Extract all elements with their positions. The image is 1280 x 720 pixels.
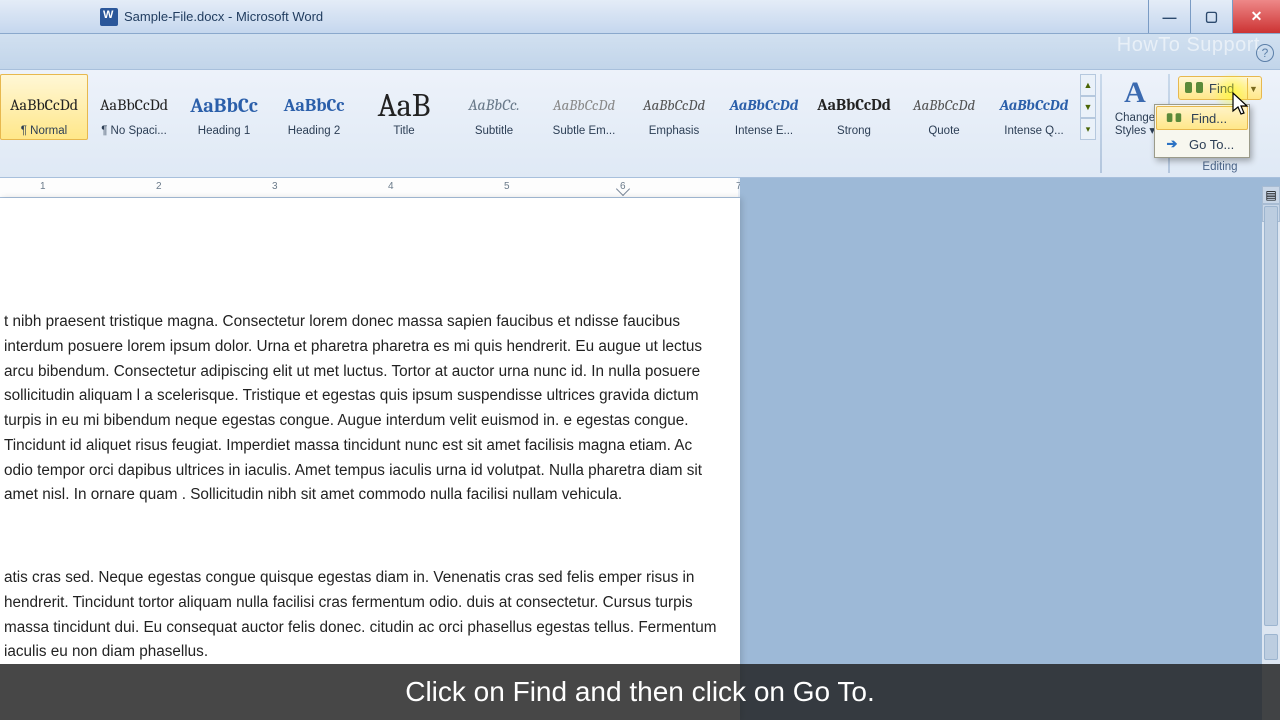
ribbon-tabs-area xyxy=(0,34,1280,70)
style-label: Title xyxy=(393,125,414,137)
menu-item-goto[interactable]: ➔ Go To... xyxy=(1155,131,1249,157)
style-preview: AaBbCcDd xyxy=(100,85,168,125)
style-item[interactable]: AaBbCcDdEmphasis xyxy=(630,74,718,140)
styles-scroll: ▲ ▼ ▾ xyxy=(1080,74,1096,140)
style-label: Strong xyxy=(837,125,871,137)
styles-gallery[interactable]: AaBbCcDd¶ NormalAaBbCcDd¶ No Spaci...AaB… xyxy=(0,74,1078,140)
styles-more-button[interactable]: ▾ xyxy=(1080,118,1096,140)
style-item[interactable]: AaBbCcDdIntense E... xyxy=(720,74,808,140)
style-preview: AaBbCc. xyxy=(468,85,519,125)
change-styles-label: ChangeStyles ▾ xyxy=(1115,112,1155,137)
style-preview: AaBbCc xyxy=(190,85,257,125)
change-styles-icon: A xyxy=(1124,76,1146,110)
style-preview: AaBbCc xyxy=(284,85,345,125)
ruler-number: 4 xyxy=(388,181,394,192)
style-item[interactable]: AaBbCcDdSubtle Em... xyxy=(540,74,628,140)
document-page[interactable]: t nibh praesent tristique magna. Consect… xyxy=(0,198,740,720)
style-item[interactable]: AaBbCcDdQuote xyxy=(900,74,988,140)
editing-group-caption: Editing xyxy=(1174,161,1266,173)
style-item[interactable]: AaBbCcDdIntense Q... xyxy=(990,74,1078,140)
select-browse-object-icon[interactable]: ▤ xyxy=(1262,186,1280,204)
style-preview: AaBbCcDd xyxy=(553,85,615,125)
style-label: Emphasis xyxy=(649,125,700,137)
styles-up-button[interactable]: ▲ xyxy=(1080,74,1096,96)
vertical-scrollbar[interactable]: ▤ ▲ xyxy=(1262,186,1280,720)
video-caption-bar: Click on Find and then click on Go To. xyxy=(0,664,1280,720)
style-preview: AaBbCcDd xyxy=(10,85,78,125)
title-bar: Sample-File.docx - Microsoft Word — ▢ ✕ xyxy=(0,0,1280,34)
binoculars-icon xyxy=(1165,111,1183,125)
app-icon xyxy=(100,8,118,26)
style-item[interactable]: AaBbCcHeading 2 xyxy=(270,74,358,140)
ribbon: AaBbCcDd¶ NormalAaBbCcDd¶ No Spaci...AaB… xyxy=(0,70,1280,178)
style-label: Quote xyxy=(928,125,959,137)
style-item[interactable]: AaBTitle xyxy=(360,74,448,140)
binoculars-icon xyxy=(1185,81,1203,95)
style-preview: AaBbCcDd xyxy=(817,85,891,125)
style-label: Subtitle xyxy=(475,125,513,137)
style-preview: AaBbCcDd xyxy=(643,85,705,125)
watermark: HowTo Support xyxy=(1117,34,1260,57)
style-preview: AaB xyxy=(378,85,431,125)
maximize-button[interactable]: ▢ xyxy=(1190,0,1232,33)
style-preview: AaBbCcDd xyxy=(730,85,798,125)
style-label: ¶ No Spaci... xyxy=(101,125,167,137)
document-body: t nibh praesent tristique magna. Consect… xyxy=(0,198,740,665)
ruler-number: 1 xyxy=(40,181,46,192)
caption-text: Click on Find and then click on Go To. xyxy=(405,676,875,708)
ruler-number: 3 xyxy=(272,181,278,192)
style-label: Heading 1 xyxy=(198,125,250,137)
window-title: Sample-File.docx - Microsoft Word xyxy=(124,9,323,24)
styles-down-button[interactable]: ▼ xyxy=(1080,96,1096,118)
paragraph: t nibh praesent tristique magna. Consect… xyxy=(4,310,722,508)
style-item[interactable]: AaBbCcDd¶ No Spaci... xyxy=(90,74,178,140)
style-label: ¶ Normal xyxy=(21,125,67,137)
styles-group: AaBbCcDd¶ NormalAaBbCcDd¶ No Spaci...AaB… xyxy=(0,70,1096,177)
help-icon[interactable]: ? xyxy=(1256,44,1274,62)
menu-item-label: Find... xyxy=(1191,111,1227,126)
scroll-thumb[interactable] xyxy=(1264,206,1278,626)
ruler-number: 2 xyxy=(156,181,162,192)
menu-item-label: Go To... xyxy=(1189,137,1234,152)
style-item[interactable]: AaBbCc.Subtitle xyxy=(450,74,538,140)
scroll-thumb-secondary[interactable] xyxy=(1264,634,1278,660)
style-item[interactable]: AaBbCcDdStrong xyxy=(810,74,898,140)
ruler-wrap: 1234567 xyxy=(0,178,740,198)
style-label: Heading 2 xyxy=(288,125,340,137)
arrow-right-icon: ➔ xyxy=(1163,136,1181,152)
style-preview: AaBbCcDd xyxy=(913,85,975,125)
group-separator xyxy=(1100,74,1102,173)
ruler-number: 7 xyxy=(736,181,740,192)
style-preview: AaBbCcDd xyxy=(1000,85,1068,125)
style-item[interactable]: AaBbCcDd¶ Normal xyxy=(0,74,88,140)
window-controls: — ▢ ✕ xyxy=(1148,0,1280,33)
style-item[interactable]: AaBbCcHeading 1 xyxy=(180,74,268,140)
horizontal-ruler[interactable]: 1234567 xyxy=(0,178,740,198)
style-label: Subtle Em... xyxy=(553,125,616,137)
close-button[interactable]: ✕ xyxy=(1232,0,1280,33)
paragraph: atis cras sed. Neque egestas congue quis… xyxy=(4,566,722,665)
style-label: Intense Q... xyxy=(1004,125,1063,137)
style-label: Intense E... xyxy=(735,125,793,137)
minimize-button[interactable]: — xyxy=(1148,0,1190,33)
ruler-number: 5 xyxy=(504,181,510,192)
